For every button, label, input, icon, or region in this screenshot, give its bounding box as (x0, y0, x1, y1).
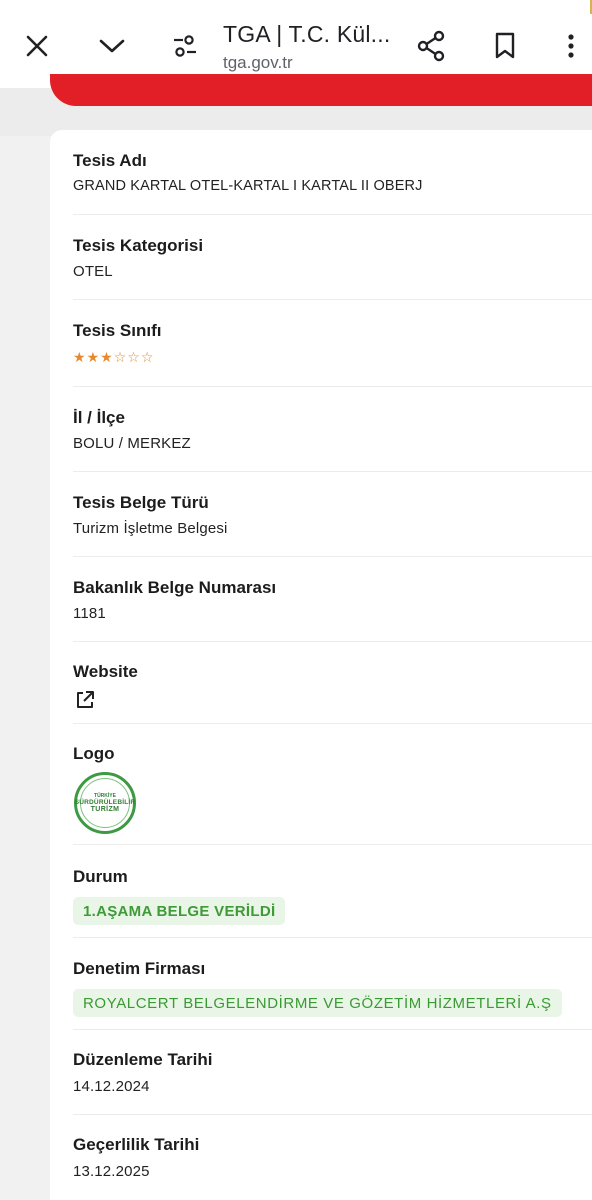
issue-date: 14.12.2024 (73, 1078, 150, 1095)
row-belge-turu: Tesis Belge Türü Turizm İşletme Belgesi (73, 472, 592, 557)
page-title: TGA | T.C. Kül... (223, 21, 391, 47)
star-filled-icon: ★ (73, 349, 86, 365)
chevron-down-icon[interactable] (90, 24, 134, 68)
field-label: Tesis Sınıfı (73, 321, 162, 340)
more-vert-icon[interactable] (549, 24, 592, 68)
field-label: Website (73, 662, 138, 681)
audit-firm-badge: ROYALCERT BELGELENDİRME VE GÖZETİM HİZME… (73, 989, 562, 1017)
star-empty-icon: ☆ (127, 349, 140, 365)
logo-text: SÜRDÜRÜLEBİLİR (74, 799, 136, 806)
row-durum: Durum 1.AŞAMA BELGE VERİLDİ (73, 845, 592, 938)
star-rating: ★ ★ ★ ☆ ☆ ☆ (73, 350, 153, 364)
field-label: Tesis Adı (73, 151, 147, 170)
field-label: İl / İlçe (73, 408, 125, 427)
status-badge: 1.AŞAMA BELGE VERİLDİ (73, 897, 286, 925)
row-il-ilce: İl / İlçe BOLU / MERKEZ (73, 387, 592, 472)
expiry-date: 13.12.2025 (73, 1163, 150, 1180)
bookmark-icon[interactable] (483, 24, 527, 68)
field-label: Denetim Firması (73, 959, 206, 978)
close-icon[interactable] (15, 24, 59, 68)
share-icon[interactable] (409, 24, 453, 68)
field-label: Bakanlık Belge Numarası (73, 578, 277, 597)
sustainable-tourism-logo: TÜRKİYE SÜRDÜRÜLEBİLİR TURİZM (74, 772, 136, 834)
facility-category: OTEL (73, 263, 113, 280)
row-duzenleme: Düzenleme Tarihi 14.12.2024 (73, 1030, 592, 1115)
location: BOLU / MERKEZ (73, 435, 191, 452)
star-empty-icon: ☆ (113, 349, 127, 365)
certificate-type: Turizm İşletme Belgesi (73, 520, 228, 537)
page-url: tga.gov.tr (223, 53, 293, 72)
field-label: Düzenleme Tarihi (73, 1050, 213, 1069)
star-empty-icon: ☆ (140, 349, 154, 365)
field-label: Logo (73, 744, 115, 763)
row-gecerlilik: Geçerlilik Tarihi 13.12.2025 (73, 1115, 592, 1200)
field-label: Geçerlilik Tarihi (73, 1135, 200, 1154)
header-red-bar (50, 74, 592, 106)
field-label: Tesis Kategorisi (73, 236, 204, 255)
row-tesis-adi: Tesis Adı GRAND KARTAL OTEL-KARTAL I KAR… (73, 130, 592, 215)
external-link-icon[interactable] (75, 690, 95, 715)
page-settings-icon[interactable] (163, 24, 207, 68)
row-logo: Logo TÜRKİYE SÜRDÜRÜLEBİLİR TURİZM (73, 724, 592, 845)
field-label: Tesis Belge Türü (73, 493, 209, 512)
star-filled-icon: ★ (86, 349, 100, 365)
facility-name: GRAND KARTAL OTEL-KARTAL I KARTAL II OBE… (73, 178, 423, 194)
logo-text: TURİZM (90, 806, 120, 813)
certificate-number: 1181 (73, 605, 106, 622)
row-denetim: Denetim Firması ROYALCERT BELGELENDİRME … (73, 938, 592, 1030)
row-tesis-kategorisi: Tesis Kategorisi OTEL (73, 215, 592, 300)
star-filled-icon: ★ (100, 349, 113, 365)
row-belge-no: Bakanlık Belge Numarası 1181 (73, 557, 592, 642)
row-tesis-sinifi: Tesis Sınıfı ★ ★ ★ ☆ ☆ ☆ (73, 300, 592, 387)
field-label: Durum (73, 867, 128, 886)
row-website: Website (73, 642, 592, 724)
